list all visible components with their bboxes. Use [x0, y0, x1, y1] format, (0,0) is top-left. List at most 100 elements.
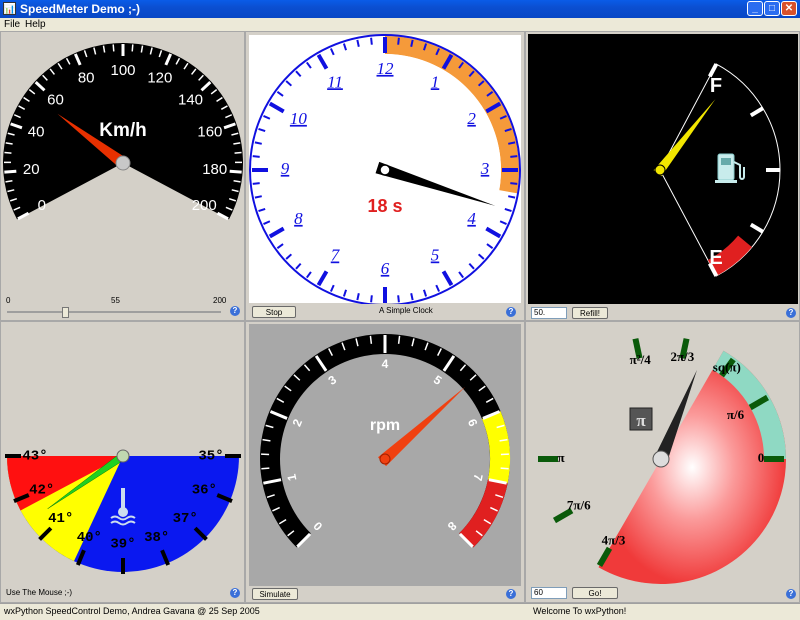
- rpm-tick-label: 4: [382, 357, 389, 371]
- clock-hour-label: 11: [327, 72, 343, 91]
- clock-hour-label: 6: [381, 259, 390, 278]
- clock-seconds-text: 18 s: [367, 196, 402, 216]
- clock-hour-label: 2: [467, 109, 476, 128]
- rpm-tick: [261, 468, 269, 469]
- clock-hour-label: 4: [467, 209, 476, 228]
- fuel-level-input[interactable]: 50.: [531, 307, 567, 319]
- pi-tick-label: π: [557, 450, 564, 465]
- temperature-gauge: 35°36°37°38°39°40°41°42°43°: [1, 322, 245, 584]
- speed-tick-label: 60: [47, 91, 64, 108]
- clock-hour-label: 1: [431, 72, 440, 91]
- temperature-hub: [117, 450, 129, 462]
- clock-hour-label: 3: [480, 159, 490, 178]
- speed-tick-label: 100: [110, 62, 135, 79]
- close-button[interactable]: ✕: [781, 1, 797, 16]
- slider-value-label: 55: [111, 296, 120, 305]
- menu-help[interactable]: Help: [25, 19, 46, 30]
- pi-tick-label: 7π/6: [567, 497, 591, 512]
- rpm-panel: 012345678 rpm Simulate ?: [245, 321, 525, 603]
- pi-tick-label: π/6: [727, 407, 745, 422]
- speedometer-panel: 020406080100120140160180200 Km/h 0 55 20…: [0, 31, 245, 321]
- speedometer-gauge: 020406080100120140160180200 Km/h: [1, 32, 245, 292]
- minimize-button[interactable]: _: [747, 1, 763, 16]
- speed-tick: [4, 171, 16, 172]
- speed-tick: [4, 153, 11, 154]
- pi-gauge: 0 π/6 sq(π) 2π/3 π²/4 π 7π/6 4π/3 π: [526, 322, 800, 584]
- app-icon: 📊: [3, 2, 16, 15]
- help-icon[interactable]: ?: [230, 588, 240, 598]
- speed-hub: [116, 156, 130, 170]
- rpm-tick: [399, 336, 400, 344]
- title-bar[interactable]: 📊 SpeedMeter Demo ;-) _ □ ✕: [0, 0, 800, 18]
- clock-tick: [371, 295, 372, 302]
- pi-tick-label: 2π/3: [671, 349, 695, 364]
- pi-panel: 0 π/6 sq(π) 2π/3 π²/4 π 7π/6 4π/3 π 60 Go! ?: [525, 321, 800, 603]
- pi-center-glyph: π: [636, 411, 646, 430]
- clock-hour-label: 12: [377, 59, 395, 78]
- pi-tick-label: 4π/3: [602, 532, 626, 547]
- clock-hub: [380, 165, 390, 175]
- clock-tick: [255, 196, 262, 197]
- speed-tick: [235, 153, 242, 154]
- rpm-tick: [501, 468, 509, 469]
- status-bar: wxPython SpeedControl Demo, Andrea Gavan…: [0, 603, 800, 620]
- go-button[interactable]: Go!: [572, 587, 618, 599]
- help-icon[interactable]: ?: [230, 306, 240, 316]
- help-icon[interactable]: ?: [506, 307, 516, 317]
- clock-tick: [510, 156, 517, 157]
- temperature-tick-label: 41°: [48, 511, 73, 527]
- pi-tick-label: 0: [758, 450, 765, 465]
- temperature-tick-label: 43°: [22, 449, 47, 465]
- refill-button[interactable]: Refill!: [572, 307, 608, 319]
- clock-tick: [371, 38, 372, 45]
- simulate-button[interactable]: Simulate: [252, 588, 298, 600]
- temperature-tick-label: 42°: [29, 482, 54, 498]
- speed-tick-label: 180: [202, 161, 227, 178]
- speed-tick-label: 0: [38, 197, 46, 214]
- help-icon[interactable]: ?: [506, 589, 516, 599]
- temperature-tick-label: 37°: [173, 511, 198, 527]
- speed-tick-label: 200: [192, 197, 217, 214]
- stop-button[interactable]: Stop: [252, 306, 296, 318]
- maximize-button[interactable]: □: [764, 1, 780, 16]
- speed-tick-label: 140: [178, 91, 203, 108]
- clock-tick: [357, 40, 358, 47]
- slider-max-label: 200: [213, 296, 226, 305]
- clock-tick: [510, 183, 517, 184]
- pi-tick-label: π²/4: [630, 352, 652, 367]
- clock-gauge: 121234567891011 18 s: [246, 32, 525, 304]
- rpm-gauge: 012345678 rpm: [246, 322, 525, 587]
- fuel-full-label: F: [710, 75, 722, 97]
- speed-tick: [113, 44, 114, 51]
- help-icon[interactable]: ?: [786, 308, 796, 318]
- window-title: SpeedMeter Demo ;-): [20, 1, 140, 17]
- speed-tick-label: 80: [78, 70, 95, 87]
- help-icon[interactable]: ?: [786, 589, 796, 599]
- speed-tick-label: 160: [197, 124, 222, 141]
- speed-slider-thumb[interactable]: [62, 307, 69, 318]
- temperature-tick-label: 38°: [144, 530, 169, 546]
- speed-tick-label: 40: [28, 124, 45, 141]
- speed-tick: [230, 171, 242, 172]
- rpm-hub: [380, 454, 390, 464]
- pi-center-icon: π: [630, 408, 652, 430]
- pi-hub: [653, 451, 669, 467]
- rpm-tick: [370, 336, 371, 344]
- clock-tick: [253, 156, 260, 157]
- status-right: Welcome To wxPython!: [533, 606, 626, 616]
- menu-file[interactable]: File: [4, 19, 20, 30]
- status-left: wxPython SpeedControl Demo, Andrea Gavan…: [4, 606, 260, 616]
- menu-bar: File Help: [0, 18, 800, 31]
- clock-tick: [508, 196, 515, 197]
- clock-caption: A Simple Clock: [379, 306, 433, 315]
- temperature-tick-label: 36°: [192, 482, 217, 498]
- speed-unit-label: Km/h: [99, 120, 147, 141]
- fuel-empty-label: E: [709, 247, 722, 269]
- clock-tick: [508, 142, 515, 143]
- pi-tick-label: sq(π): [713, 359, 741, 374]
- pi-value-input[interactable]: 60: [531, 587, 567, 599]
- speed-slider-track[interactable]: [7, 311, 221, 313]
- clock-hour-label: 10: [290, 109, 308, 128]
- clock-tick: [411, 293, 412, 300]
- fuel-hub: [655, 165, 665, 175]
